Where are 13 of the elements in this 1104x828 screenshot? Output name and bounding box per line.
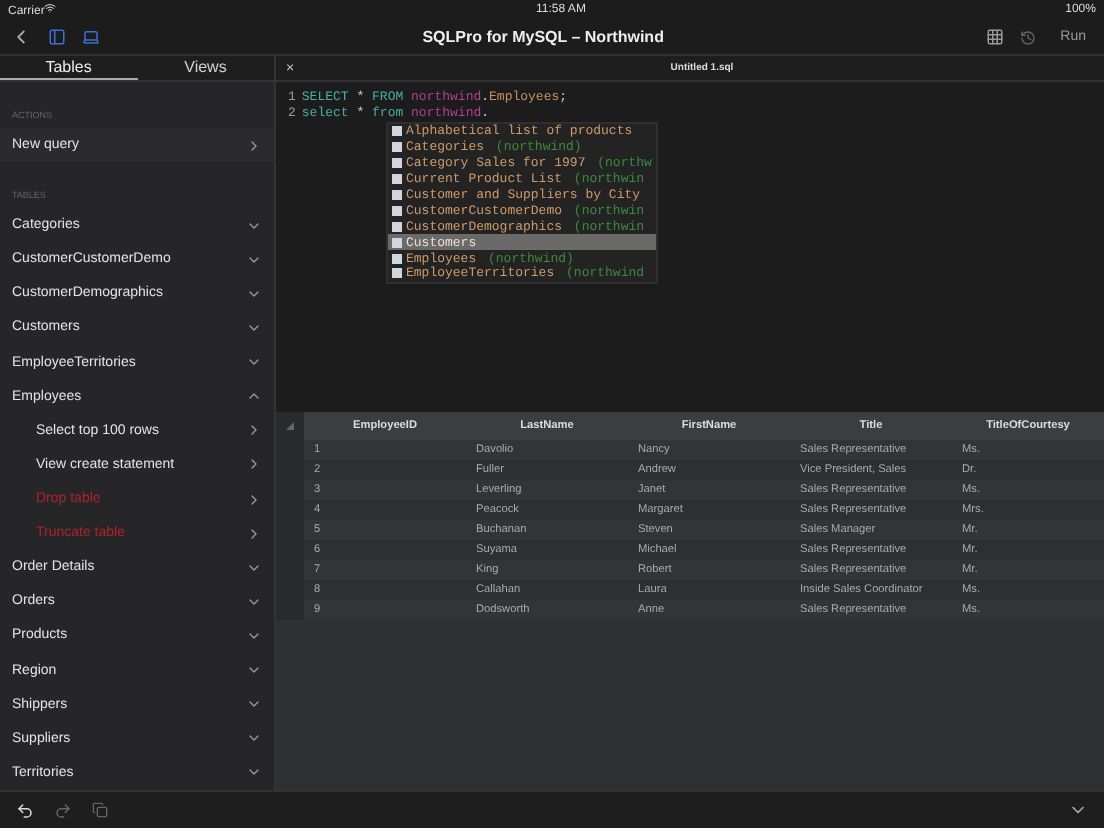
grid-icon[interactable]	[986, 28, 1005, 46]
sidebar-tab[interactable]: Tables	[0, 56, 137, 80]
history-icon[interactable]	[1020, 29, 1037, 45]
sidebar-tab[interactable]: Views	[137, 56, 274, 80]
window-title: SQLPro for MySQL – Northwind	[420, 28, 666, 46]
sidebar-icon[interactable]	[48, 28, 66, 46]
corner-icon	[286, 422, 294, 430]
copy-icon[interactable]	[92, 802, 108, 818]
laptop-icon[interactable]	[82, 28, 100, 46]
wifi-icon	[44, 2, 57, 14]
redo-icon[interactable]	[54, 801, 72, 819]
chevron-icon	[246, 137, 262, 154]
undo-icon[interactable]	[16, 801, 34, 819]
